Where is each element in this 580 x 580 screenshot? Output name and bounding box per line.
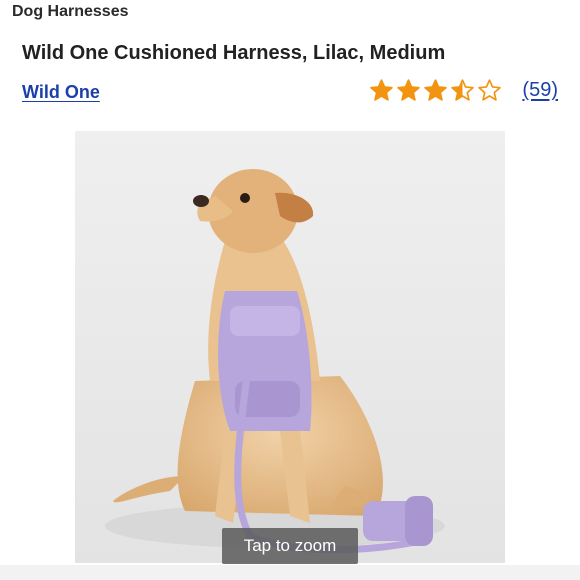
tap-to-zoom-label[interactable]: Tap to zoom — [222, 528, 358, 564]
review-count-link[interactable]: (59) — [522, 79, 558, 102]
product-image[interactable] — [75, 131, 505, 563]
star-full-icon — [370, 79, 394, 101]
dog-photo — [75, 131, 505, 563]
breadcrumb[interactable]: Dog Harnesses — [12, 3, 129, 21]
brand-link[interactable]: Wild One — [22, 82, 100, 103]
bottom-divider — [0, 565, 580, 580]
star-full-icon — [397, 79, 421, 101]
product-title: Wild One Cushioned Harness, Lilac, Mediu… — [22, 42, 446, 64]
star-half-icon — [451, 79, 475, 101]
rating-row[interactable]: (59) — [369, 78, 558, 103]
star-empty-icon — [478, 79, 502, 101]
star-full-icon — [424, 79, 448, 101]
star-rating — [369, 78, 502, 103]
